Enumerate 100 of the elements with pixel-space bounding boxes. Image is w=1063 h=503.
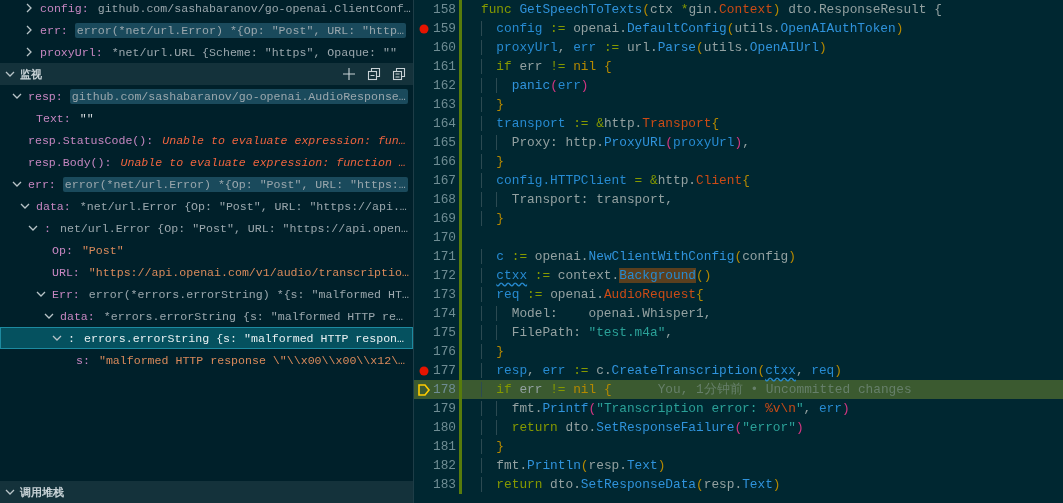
- stacked-squares-icon[interactable]: [391, 66, 407, 82]
- tree-row[interactable]: : errors.errorString {s: "malformed HTTP respon…: [0, 327, 413, 349]
- code-line: req := openai.AudioRequest{: [481, 287, 704, 302]
- variable-name: resp:: [28, 89, 63, 103]
- variable-name: config:: [40, 1, 89, 15]
- tree-row[interactable]: s: "malformed HTTP response \"\\x00\\x00\\x12\…: [0, 349, 413, 371]
- breakpoint-icon[interactable]: [418, 23, 429, 34]
- line-number: 176: [433, 344, 456, 359]
- line-number: 167: [433, 173, 456, 188]
- code-line: transport := &http.Transport{: [481, 116, 720, 131]
- variable-name: :: [68, 331, 75, 345]
- variable-value: "https://api.openai.com/v1/audio/transcriptio…: [87, 264, 410, 280]
- variable-value: errors.errorString {s: "malformed HTTP respon…: [82, 330, 405, 346]
- line-number: 181: [433, 439, 456, 454]
- code-line: panic(err): [481, 78, 589, 93]
- code-line: proxyUrl, err := url.Parse(utils.OpenAIUrl): [481, 40, 827, 55]
- line-number: 165: [433, 135, 456, 150]
- line-number: 182: [433, 458, 456, 473]
- variable-value: error(*net/url.Error) *{Op: "Post", URL: "https:…: [62, 176, 408, 192]
- variable-name: Text:: [36, 111, 71, 125]
- variable-value: net/url.Error {Op: "Post", URL: "https://api.open…: [58, 220, 409, 236]
- tree-row[interactable]: data: *errors.errorString {s: "malformed HTTP re…: [0, 305, 413, 327]
- code-line: }: [481, 211, 505, 226]
- line-number: 175: [433, 325, 456, 340]
- line-number: 159: [433, 21, 456, 36]
- line-number: 178: [433, 382, 456, 397]
- code-line: }: [481, 154, 505, 169]
- variable-value: "malformed HTTP response \"\\x00\\x00\\x12\…: [97, 352, 407, 368]
- tree-row[interactable]: data: *net/url.Error {Op: "Post", URL: "https://api.…: [0, 195, 413, 217]
- variable-value: error(*errors.errorString) *{s: "malformed HT…: [87, 286, 410, 302]
- code-line: fmt.Printf("Transcription error: %v\n", err): [481, 401, 850, 416]
- variable-value: *net/url.URL {Scheme: "https", Opaque: "": [110, 44, 398, 60]
- code-line: FilePath: "test.m4a",: [481, 325, 673, 340]
- line-number: 173: [433, 287, 456, 302]
- tree-row[interactable]: Op: "Post": [0, 239, 413, 261]
- variable-value: "Post": [80, 242, 125, 258]
- collapse-icon[interactable]: [366, 66, 382, 82]
- current-line-arrow-icon: [416, 382, 431, 397]
- variable-value: *net/url.Error {Op: "Post", URL: "https://api.…: [78, 198, 408, 214]
- tree-row[interactable]: Text: "": [0, 107, 413, 129]
- tree-row[interactable]: URL: "https://api.openai.com/v1/audio/transcriptio…: [0, 261, 413, 283]
- code-line: return dto.SetResponseFailure("error"): [481, 420, 804, 435]
- breakpoint-icon[interactable]: [418, 365, 429, 376]
- code-line: }: [481, 344, 505, 359]
- variable-name: data:: [36, 199, 71, 213]
- line-number: 160: [433, 40, 456, 55]
- variable-name: resp.Body():: [28, 155, 112, 169]
- code-line: fmt.Println(resp.Text): [481, 458, 666, 473]
- code-line: Transport: transport,: [481, 192, 673, 207]
- line-number: 166: [433, 154, 456, 169]
- line-number: 164: [433, 116, 456, 131]
- variable-name: s:: [76, 353, 90, 367]
- code-line: }: [481, 97, 505, 112]
- line-number: 172: [433, 268, 456, 283]
- line-number: 171: [433, 249, 456, 264]
- tree-row[interactable]: resp.Body(): Unable to evaluate expression: function …: [0, 151, 413, 173]
- line-number: 177: [433, 363, 456, 378]
- code-line: config := openai.DefaultConfig(utils.OpenAIAuthToken): [481, 21, 904, 36]
- line-number: 174: [433, 306, 456, 321]
- code-line: Proxy: http.ProxyURL(proxyUrl),: [481, 135, 750, 150]
- code-line: func GetSpeechToTexts(ctx *gin.Context) dto.ResponseResult {: [481, 2, 942, 17]
- tree-row[interactable]: Err: error(*errors.errorString) *{s: "malformed HT…: [0, 283, 413, 305]
- section-header[interactable]: 监视: [0, 63, 413, 85]
- section-header[interactable]: 调用堆栈: [0, 481, 413, 503]
- variable-name: URL:: [52, 265, 80, 279]
- section-title: 监视: [20, 66, 42, 82]
- code-line: return dto.SetResponseData(resp.Text): [481, 477, 781, 492]
- variable-value: github.com/sashabaranov/go-openai.AudioResponse…: [69, 88, 408, 104]
- variable-name: resp.StatusCode():: [28, 133, 154, 147]
- variable-value: Unable to evaluate expression: fun…: [161, 132, 407, 148]
- code-line: ctxx := context.Background(): [481, 268, 712, 283]
- variable-value: Unable to evaluate expression: function …: [119, 154, 407, 170]
- line-number: 162: [433, 78, 456, 93]
- variable-name: proxyUrl:: [40, 45, 103, 59]
- line-number: 163: [433, 97, 456, 112]
- variable-name: :: [44, 221, 51, 235]
- code-line: resp, err := c.CreateTranscription(ctxx, req): [481, 363, 842, 378]
- line-number: 161: [433, 59, 456, 74]
- variable-value: github.com/sashabaranov/go-openai.ClientConf…: [96, 0, 412, 16]
- variable-name: err:: [28, 177, 56, 191]
- add-icon[interactable]: [341, 66, 357, 82]
- variable-name: data:: [60, 309, 95, 323]
- line-number: 183: [433, 477, 456, 492]
- tree-row[interactable]: err: error(*net/url.Error) *{Op: "Post", URL: "https:…: [0, 173, 413, 195]
- variable-value: "": [78, 110, 95, 126]
- code-line: c := openai.NewClientWithConfig(config): [481, 249, 796, 264]
- variable-name: Op:: [52, 243, 73, 257]
- tree-row[interactable]: resp: github.com/sashabaranov/go-openai.AudioResponse…: [0, 85, 413, 107]
- code-line: Model: openai.Whisper1,: [481, 306, 712, 321]
- tree-row[interactable]: resp.StatusCode(): Unable to evaluate expression: fun…: [0, 129, 413, 151]
- tree-row[interactable]: : net/url.Error {Op: "Post", URL: "https://api.open…: [0, 217, 413, 239]
- line-number: 170: [433, 230, 456, 245]
- line-number: 179: [433, 401, 456, 416]
- variable-name: Err:: [52, 287, 80, 301]
- line-number: 168: [433, 192, 456, 207]
- code-line: }: [481, 439, 505, 454]
- variable-value: *errors.errorString {s: "malformed HTTP re…: [102, 308, 404, 324]
- variable-name: err:: [40, 23, 68, 37]
- section-title: 调用堆栈: [20, 484, 64, 500]
- code-line: if err != nil {: [481, 59, 612, 74]
